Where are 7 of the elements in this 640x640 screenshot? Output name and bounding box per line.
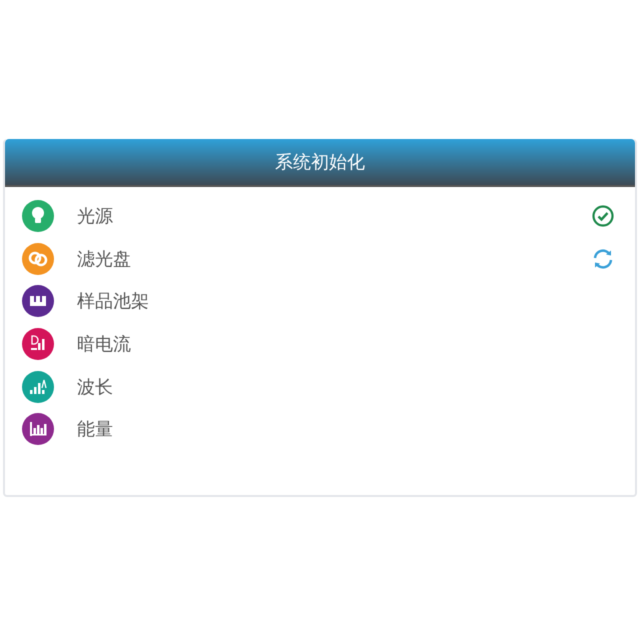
item-label: 光源 [77,205,113,228]
panel-title: 系统初始化 [275,151,365,174]
item-label: 样品池架 [77,290,149,314]
item-label: 波长 [77,376,113,399]
item-label: 能量 [77,418,113,442]
item-label: 暗电流 [77,333,131,356]
item-label: 滤光盘 [77,248,131,271]
